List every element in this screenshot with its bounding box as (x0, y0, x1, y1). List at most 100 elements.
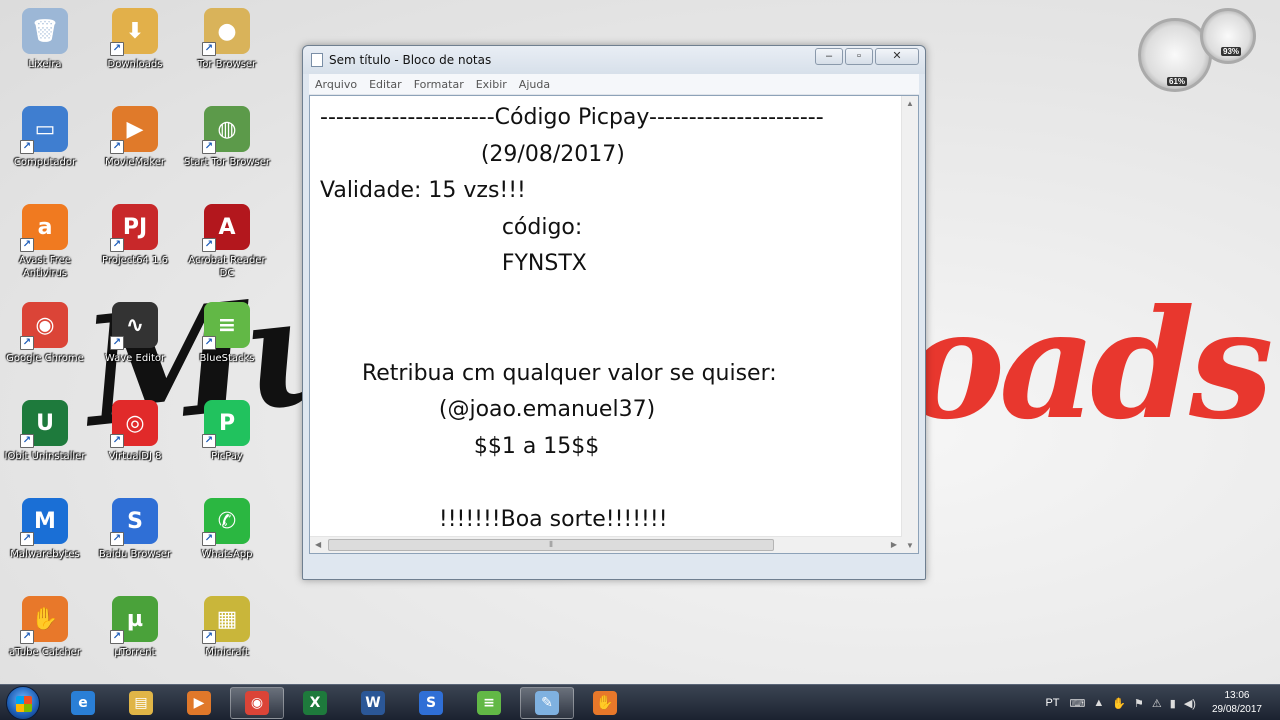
volume-icon[interactable]: ◀) (1184, 697, 1196, 710)
media-player-icon: ▶ (187, 691, 211, 715)
whatsapp-icon: ✆ ↗ (202, 498, 250, 546)
desktop-icon[interactable]: ◉ ↗ Google Chrome (0, 300, 90, 390)
icon-glyph: PJ (122, 214, 148, 240)
desktop-icon[interactable]: M ↗ Malwarebytes (0, 496, 90, 586)
icon-glyph: ▦ (216, 606, 238, 632)
desktop-icon-label: Avast Free Antivirus (19, 255, 71, 279)
desktop-icon[interactable]: U ↗ IObit Uninstaller (0, 398, 90, 488)
scroll-right-icon[interactable]: ▶ (891, 540, 897, 549)
taskbar-button[interactable]: ▶ (172, 687, 226, 719)
memory-gauge: 93% (1200, 8, 1256, 64)
memory-value: 93% (1221, 47, 1242, 56)
picpay-icon: P ↗ (202, 400, 250, 448)
project64-icon: PJ ↗ (110, 204, 158, 252)
icon-glyph: A (218, 214, 236, 240)
baidu-browser-icon: S ↗ (110, 498, 158, 546)
network-icon[interactable]: ▮ (1170, 697, 1176, 710)
shortcut-arrow-icon: ↗ (20, 336, 34, 350)
desktop-icon-label: Baidu Browser (98, 549, 172, 560)
horizontal-scrollbar[interactable]: ◀ ⦀ ▶ (310, 536, 902, 553)
taskbar: e ▤ ▶ ◉ X W S ≡ ✎ ✋ PT ⌨ ▲ ✋ ⚑ ⚠ ▮ ◀) 13:06 29/08… (0, 684, 1280, 720)
word-icon: W (361, 691, 385, 715)
desktop-icon[interactable]: ✋ ↗ aTube Catcher (0, 594, 90, 684)
icon-glyph: ◍ (217, 116, 237, 142)
language-indicator[interactable]: PT (1045, 697, 1059, 709)
minicraft-icon: ▦ ↗ (202, 596, 250, 644)
taskbar-button[interactable]: ✋ (578, 687, 632, 719)
keyboard-icon[interactable]: ⌨ (1070, 697, 1086, 710)
notepad-icon (311, 53, 323, 67)
icon-glyph: ✋ (31, 606, 59, 632)
desktop-icon-label: BlueStacks (199, 353, 255, 364)
taskbar-button[interactable]: S (404, 687, 458, 719)
scroll-left-icon[interactable]: ◀ (315, 540, 321, 549)
text-content[interactable]: ----------------------Código Picpay-----… (320, 100, 900, 538)
menu-formatar[interactable]: Formatar (408, 78, 470, 91)
taskbar-button[interactable]: e (56, 687, 110, 719)
tray-security-icon[interactable]: ⚠ (1152, 697, 1162, 710)
desktop-icon-label: Google Chrome (6, 353, 84, 364)
desktop-icon[interactable]: ▶ ↗ MovieMaker (90, 104, 180, 194)
notepad-titlebar[interactable]: Sem título - Bloco de notas – ▫ ✕ (303, 46, 925, 74)
desktop-icon[interactable]: A ↗ Acrobat Reader DC (182, 202, 272, 292)
clock[interactable]: 13:06 29/08/2017 (1212, 689, 1262, 717)
desktop-icon[interactable]: S ↗ Baidu Browser (90, 496, 180, 586)
desktop-icon[interactable]: 🗑 Lixeira (0, 6, 90, 96)
cpu-meter-gadget[interactable]: 61% 93% (1138, 8, 1258, 98)
shortcut-arrow-icon: ↗ (202, 238, 216, 252)
menu-ajuda[interactable]: Ajuda (513, 78, 556, 91)
scrollbar-thumb[interactable]: ⦀ (328, 539, 774, 551)
notepad-window[interactable]: Sem título - Bloco de notas – ▫ ✕ Arquiv… (302, 45, 926, 580)
text-line: Validade: 15 vzs!!! (320, 178, 526, 203)
desktop-icon[interactable]: ✆ ↗ WhatsApp (182, 496, 272, 586)
show-hidden-icons[interactable]: ▲ (1093, 697, 1104, 709)
desktop-icon[interactable]: ◎ ↗ VirtualDJ 8 (90, 398, 180, 488)
shortcut-arrow-icon: ↗ (20, 532, 34, 546)
desktop-icon[interactable]: PJ ↗ Project64 1.6 (90, 202, 180, 292)
taskbar-button[interactable]: ◉ (230, 687, 284, 719)
desktop-icon-label: µTorrent (114, 647, 156, 658)
desktop-icon[interactable]: ▭ ↗ Computador (0, 104, 90, 194)
shortcut-arrow-icon: ↗ (110, 434, 124, 448)
desktop-icon[interactable]: P ↗ PicPay (182, 398, 272, 488)
taskbar-button[interactable]: ▤ (114, 687, 168, 719)
text-area[interactable]: ----------------------Código Picpay-----… (309, 95, 919, 554)
malwarebytes-icon: M ↗ (20, 498, 68, 546)
desktop-icon-label: Tor Browser (197, 59, 257, 70)
cpu-value: 61% (1167, 77, 1188, 86)
atube-catcher-icon: ✋ (593, 691, 617, 715)
desktop-icon[interactable]: ≡ ↗ BlueStacks (182, 300, 272, 390)
menu-bar: Arquivo Editar Formatar Exibir Ajuda (309, 74, 919, 95)
desktop-icon[interactable]: ● ↗ Tor Browser (182, 6, 272, 96)
shortcut-arrow-icon: ↗ (20, 238, 34, 252)
downloads-folder-icon: ⬇ ↗ (110, 8, 158, 56)
tray-app-icon[interactable]: ✋ (1112, 697, 1126, 710)
scroll-down-icon[interactable]: ▼ (906, 541, 914, 550)
desktop-icon[interactable]: ⬇ ↗ Downloads (90, 6, 180, 96)
maximize-button[interactable]: ▫ (845, 48, 873, 65)
taskbar-button[interactable]: X (288, 687, 342, 719)
vertical-scrollbar[interactable]: ▲ ▼ (901, 96, 918, 553)
taskbar-button[interactable]: ≡ (462, 687, 516, 719)
menu-exibir[interactable]: Exibir (470, 78, 513, 91)
action-center-icon[interactable]: ⚑ (1134, 697, 1144, 710)
shortcut-arrow-icon: ↗ (110, 336, 124, 350)
desktop-icon-label: VirtualDJ 8 (108, 451, 162, 462)
close-button[interactable]: ✕ (875, 48, 919, 65)
desktop-icon-label: Start Tor Browser (184, 157, 270, 168)
desktop-icon[interactable]: ◍ ↗ Start Tor Browser (182, 104, 272, 194)
scroll-up-icon[interactable]: ▲ (906, 99, 914, 108)
desktop-icon-label: IObit Uninstaller (4, 451, 86, 462)
desktop-icon[interactable]: µ ↗ µTorrent (90, 594, 180, 684)
menu-arquivo[interactable]: Arquivo (309, 78, 363, 91)
menu-editar[interactable]: Editar (363, 78, 408, 91)
taskbar-button[interactable]: ✎ (520, 687, 574, 719)
shortcut-arrow-icon: ↗ (202, 434, 216, 448)
desktop-icon[interactable]: ∿ ↗ Wave Editor (90, 300, 180, 390)
taskbar-button[interactable]: W (346, 687, 400, 719)
start-button[interactable] (6, 686, 40, 720)
icon-glyph: U (36, 410, 54, 436)
desktop-icon[interactable]: ▦ ↗ Minicraft (182, 594, 272, 684)
desktop-icon[interactable]: a ↗ Avast Free Antivirus (0, 202, 90, 292)
minimize-button[interactable]: – (815, 48, 843, 65)
